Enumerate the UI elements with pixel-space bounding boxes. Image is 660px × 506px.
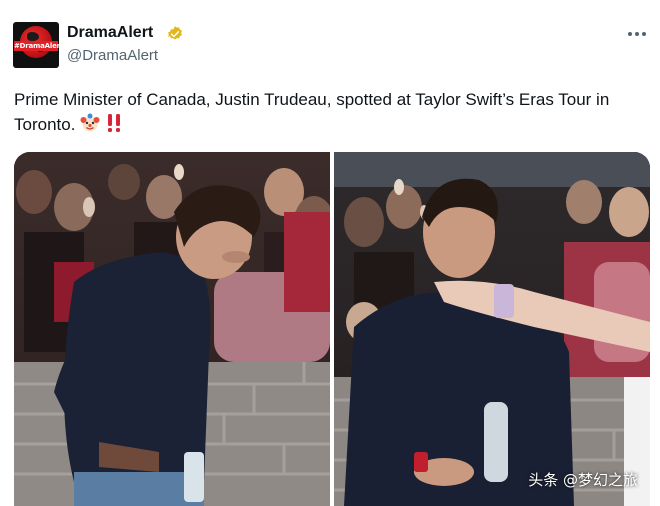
- concert-photo-left: [14, 152, 330, 506]
- verified-badge-icon: [168, 26, 182, 40]
- display-name[interactable]: DramaAlert: [67, 24, 153, 42]
- tweet-card: #DramaAlert DramaAlert @DramaAlert Prime…: [0, 0, 660, 506]
- photo-left[interactable]: [14, 152, 330, 506]
- tweet-media[interactable]: 头条 @梦幻之旅: [14, 152, 650, 506]
- double-exclamation-icon: [107, 114, 120, 132]
- avatar[interactable]: #DramaAlert: [13, 22, 59, 68]
- clown-face-icon: [80, 113, 100, 132]
- avatar-label: #DramaAlert: [14, 41, 59, 51]
- photo-right[interactable]: 头条 @梦幻之旅: [334, 152, 650, 506]
- tweet-body: Prime Minister of Canada, Justin Trudeau…: [14, 90, 610, 134]
- watermark: 头条 @梦幻之旅: [528, 471, 638, 489]
- tweet-text: Prime Minister of Canada, Justin Trudeau…: [14, 87, 644, 137]
- concert-photo-right: [334, 152, 650, 506]
- more-options-icon[interactable]: [625, 26, 649, 42]
- handle[interactable]: @DramaAlert: [67, 47, 158, 64]
